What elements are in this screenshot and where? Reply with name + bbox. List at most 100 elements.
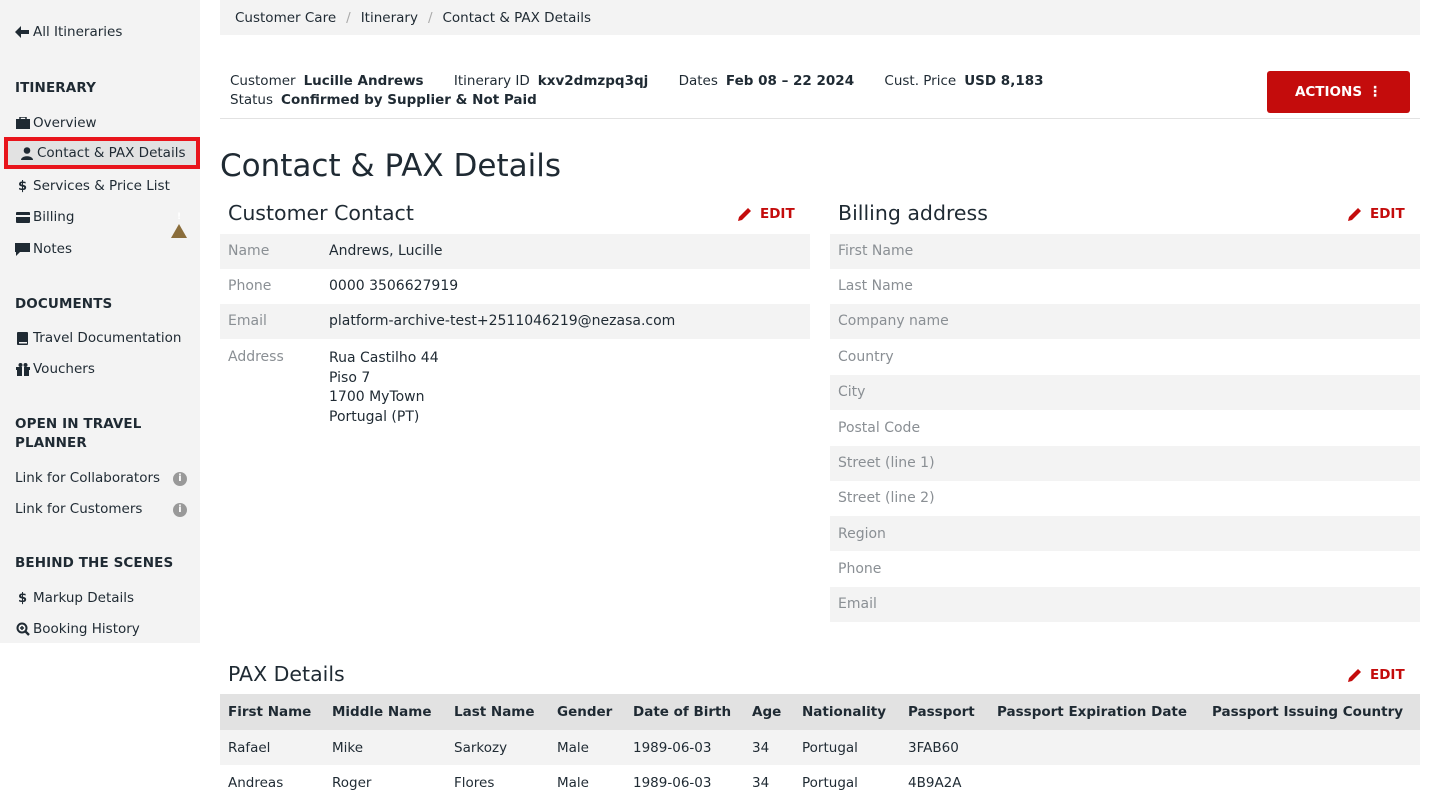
table-cell: Andreas [228,774,284,791]
address-line: Piso 7 [329,369,371,386]
sidebar-item-contact[interactable]: Contact & PAX Details [4,137,200,169]
column-header[interactable]: First Name [220,694,324,730]
table-row: Andreas Roger Flores Male 1989-06-03 34 … [220,765,1420,800]
billing-field-label: Email [838,596,877,612]
table-cell: Mike [324,730,446,765]
breadcrumb-customer-care[interactable]: Customer Care [235,10,336,26]
breadcrumb-separator: / [346,9,351,26]
sidebar-item-label: Travel Documentation [33,330,182,346]
contact-address-value: Rua Castilho 44 Piso 7 1700 MyTown Portu… [329,349,439,427]
sidebar-item-booking-history[interactable]: Booking History [15,619,187,639]
sidebar-item-label: Billing [33,209,75,225]
section-open-in-planner: OPEN IN TRAVEL PLANNER [15,416,142,451]
column-header[interactable]: Last Name [446,694,549,730]
address-line: 1700 MyTown [329,389,425,405]
column-header[interactable]: Age [744,694,794,730]
billing-address-edit-button[interactable]: EDIT [1348,206,1405,222]
billing-field-label: Company name [838,313,949,329]
breadcrumb-itinerary[interactable]: Itinerary [361,10,418,26]
all-itineraries-link[interactable]: All Itineraries [15,24,122,40]
itinerary-id-label: Itinerary ID [453,73,530,89]
table-cell: 34 [744,730,794,765]
billing-field-label: Street (line 1) [838,455,935,471]
itinerary-summary: Customer Lucille Andrews Itinerary ID kxv2… [230,72,1070,110]
contact-name-label: Name [228,243,270,259]
table-cell: Portugal [802,774,858,791]
table-cell [1204,765,1420,800]
contact-phone-value: 0000 3506627919 [329,278,459,294]
sidebar-item-markup[interactable]: $ Markup Details [15,588,187,608]
column-header[interactable]: Passport [900,694,989,730]
credit-card-icon [15,211,30,223]
actions-button[interactable]: ACTIONS ⋮ [1267,71,1410,113]
billing-address-title: Billing address [838,201,988,225]
sidebar-item-label: Overview [33,115,97,131]
customer-value: Lucille Andrews [303,73,424,89]
arrow-left-icon [15,26,29,38]
table-cell [989,765,1204,800]
user-icon [19,146,34,160]
sidebar-item-label: Notes [33,241,72,257]
row-background [830,587,1420,622]
ellipsis-vertical-icon: ⋮ [1368,84,1383,100]
comment-icon [15,242,30,256]
all-itineraries-label: All Itineraries [33,24,123,40]
info-icon[interactable]: i [173,470,187,486]
customer-contact-edit-button[interactable]: EDIT [738,206,795,222]
address-line: Rua Castilho 44 [329,350,439,366]
table-cell: 34 [752,774,770,791]
billing-field-label: Last Name [838,278,913,294]
billing-field-label: Street (line 2) [838,490,935,506]
warning-icon: ! [171,210,187,238]
sidebar-item-vouchers[interactable]: Vouchers [15,359,187,379]
sidebar: All Itineraries ITINERARY Overview Conta… [0,0,200,643]
sidebar-item-label: Services & Price List [33,178,170,194]
table-cell: Roger [332,774,372,791]
table-cell: Male [549,730,625,765]
info-icon[interactable]: i [173,501,187,517]
sidebar-item-services[interactable]: $ Services & Price List [15,176,187,196]
table-cell: 3FAB60 [900,730,989,765]
row-background [830,375,1420,410]
table-cell: 1989-06-03 [633,774,712,791]
briefcase-icon [15,117,30,129]
billing-field-label: Country [838,349,894,365]
column-header[interactable]: Passport Expiration Date [989,694,1204,730]
pax-table: First Name Middle Name Last Name Gender … [220,694,1420,800]
breadcrumb-current: Contact & PAX Details [442,9,592,26]
sidebar-item-label: Markup Details [33,590,135,606]
column-header[interactable]: Gender [549,694,625,730]
column-header[interactable]: Middle Name [324,694,446,730]
sidebar-item-link-collaborators[interactable]: Link for Collaborators i [15,468,187,488]
sidebar-item-label: Link for Collaborators [15,470,161,486]
sidebar-item-travel-docs[interactable]: Travel Documentation [15,328,187,348]
column-header[interactable]: Passport Issuing Country [1204,694,1420,730]
column-header[interactable]: Nationality [794,694,900,730]
sidebar-item-overview[interactable]: Overview [15,113,187,133]
dates-label: Dates [678,73,718,89]
table-cell [989,730,1204,765]
summary-divider [220,118,1420,119]
sidebar-item-notes[interactable]: Notes [15,239,187,259]
table-cell: Rafael [220,730,324,765]
billing-field-label: Postal Code [838,420,921,436]
page-title: Contact & PAX Details [220,148,561,184]
section-itinerary: ITINERARY [15,80,96,96]
table-cell: 1989-06-03 [625,730,744,765]
dollar-icon: $ [17,178,28,194]
breadcrumb-separator: / [427,9,433,26]
billing-field-label: Phone [838,561,882,577]
column-header[interactable]: Date of Birth [625,694,744,730]
pax-details-edit-button[interactable]: EDIT [1348,667,1405,683]
status-label: Status [230,92,274,108]
gift-icon [15,362,30,376]
contact-phone-label: Phone [228,278,272,294]
contact-address-label: Address [228,349,284,365]
sidebar-item-billing[interactable]: Billing ! [15,207,187,238]
pax-header-row: First Name Middle Name Last Name Gender … [220,694,1420,730]
dates-value: Feb 08 – 22 2024 [725,73,855,89]
breadcrumb: Customer Care / Itinerary / Contact & PA… [220,0,1420,35]
sidebar-item-link-customers[interactable]: Link for Customers i [15,499,187,519]
sidebar-item-label: Contact & PAX Details [37,145,186,161]
table-cell [1204,730,1420,765]
